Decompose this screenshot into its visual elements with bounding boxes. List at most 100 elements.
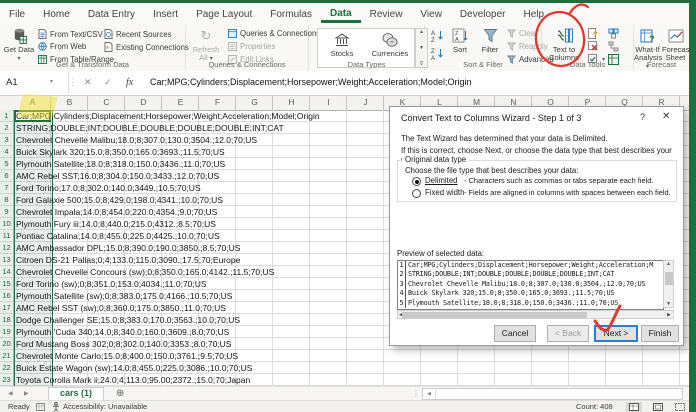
view-normal-button[interactable] xyxy=(626,402,642,412)
tab-page-layout[interactable]: Page Layout xyxy=(187,6,261,23)
recent-sources-button[interactable]: Recent Sources xyxy=(104,29,171,39)
preview-scroll-up-icon[interactable]: ▲ xyxy=(666,261,671,267)
tab-data-entry[interactable]: Data Entry xyxy=(79,6,144,23)
column-header[interactable]: I xyxy=(310,96,347,110)
select-all-corner[interactable] xyxy=(0,96,15,111)
row-cells-text[interactable]: Dodge Challenger SE;15.0;8;383.0;170.0;3… xyxy=(16,314,240,326)
tab-view[interactable]: View xyxy=(411,6,451,23)
queries-connections-button[interactable]: Queries & Connections xyxy=(228,29,320,38)
fixed-width-radio[interactable] xyxy=(412,189,421,198)
row-header[interactable]: 11 xyxy=(0,230,14,242)
preview-scroll-down-icon[interactable]: ▼ xyxy=(666,301,671,307)
text-to-columns-button[interactable]: Text to Columns xyxy=(545,27,583,62)
row-cells-text[interactable]: Ford Mustang Boss 302;0;8;302.0;140.0;33… xyxy=(16,338,231,350)
row-header[interactable]: 18 xyxy=(0,314,14,326)
filter-button[interactable]: Filter xyxy=(477,27,503,54)
gallery-up-icon[interactable]: ▲ xyxy=(419,29,424,35)
row-header[interactable]: 12 xyxy=(0,242,14,254)
row-header[interactable]: 4 xyxy=(0,146,14,158)
row-header[interactable]: 1 xyxy=(0,110,14,122)
tab-developer[interactable]: Developer xyxy=(451,6,515,23)
formula-content[interactable]: Car;MPG;Cylinders;Displacement;Horsepowe… xyxy=(150,71,471,94)
tab-help[interactable]: Help xyxy=(515,6,554,23)
column-header[interactable]: F xyxy=(199,96,236,110)
dialog-close-icon[interactable]: ✕ xyxy=(662,111,670,122)
row-header[interactable]: 23 xyxy=(0,374,14,386)
tab-splitter-icon[interactable]: ⋮ xyxy=(412,387,420,401)
row-cells-text[interactable]: Pontiac Catalina;14.0;8;455.0;225.0;4425… xyxy=(16,230,220,242)
status-accessibility[interactable]: Accessibility: Unavailable xyxy=(63,401,147,412)
column-header[interactable]: A xyxy=(14,96,51,110)
new-sheet-icon[interactable]: ⊕ xyxy=(116,387,124,401)
row-header[interactable]: 10 xyxy=(0,218,14,230)
row-header[interactable]: 14 xyxy=(0,266,14,278)
row-cells-text[interactable]: Car;MPG;Cylinders;Displacement;Horsepowe… xyxy=(16,110,320,122)
row-cells-text[interactable]: Chevrolet Impala;14.0;8;454.0;220.0;4354… xyxy=(16,206,217,218)
accessibility-icon[interactable] xyxy=(52,402,60,412)
tab-data[interactable]: Data xyxy=(321,5,361,23)
remove-duplicates-button[interactable] xyxy=(588,41,599,52)
column-header[interactable]: G xyxy=(236,96,273,110)
row-cells-text[interactable]: Chevrolet Chevelle Malibu;18.0;8;307.0;1… xyxy=(16,134,257,146)
fixed-width-radio-label[interactable]: Fixed width xyxy=(425,188,464,197)
row-header[interactable]: 19 xyxy=(0,326,14,338)
tab-file[interactable]: File xyxy=(0,6,34,23)
row-cells-text[interactable]: Ford Galaxie 500;15.0;8;429.0;198.0;4341… xyxy=(16,194,223,206)
preview-hscroll-thumb[interactable] xyxy=(402,312,587,318)
properties-button[interactable]: Properties xyxy=(228,42,276,51)
get-data-button[interactable]: Get Data ▾ xyxy=(2,27,36,63)
forecast-sheet-button[interactable]: Forecast Sheet xyxy=(662,27,689,62)
row-header[interactable]: 6 xyxy=(0,170,14,182)
row-cells-text[interactable]: Plymouth 'Cuda 340;14.0;8;340.0;160.0;36… xyxy=(16,326,229,338)
name-box-caret-icon[interactable]: ▾ xyxy=(50,71,53,94)
row-header[interactable]: 22 xyxy=(0,362,14,374)
row-header[interactable]: 15 xyxy=(0,278,14,290)
gallery-down-icon[interactable]: ▼ xyxy=(419,45,424,51)
row-header[interactable]: 21 xyxy=(0,350,14,362)
from-web-button[interactable]: From Web xyxy=(38,42,86,51)
view-page-layout-button[interactable] xyxy=(650,402,666,412)
row-header[interactable]: 5 xyxy=(0,158,14,170)
row-cells-text[interactable]: Citroen DS-21 Pallas;0;4;133.0;115.0;309… xyxy=(16,254,240,266)
row-cells-text[interactable]: AMC Rebel SST (sw);0;8;360.0;175.0;3850.… xyxy=(16,302,226,314)
row-cells-text[interactable]: Ford Torino;17.0;8;302.0;140.0;3449.;10.… xyxy=(16,182,201,194)
row-cells-text[interactable]: Plymouth Satellite;18.0;8;318.0;150.0;34… xyxy=(16,158,225,170)
row-cells-text[interactable]: Plymouth Satellite (sw);0;8;383.0;175.0;… xyxy=(16,290,232,302)
finish-button[interactable]: Finish xyxy=(641,325,679,342)
consolidate-button[interactable] xyxy=(608,28,619,39)
column-header[interactable]: B xyxy=(51,96,88,110)
clear-filter-button[interactable]: Clear xyxy=(507,29,538,38)
tab-insert[interactable]: Insert xyxy=(144,6,187,23)
horizontal-scrollbar[interactable]: ◀ xyxy=(422,388,683,400)
row-cells-text[interactable]: AMC Ambassador DPL;15.0;8;390.0;190.0;38… xyxy=(16,242,240,254)
tab-review[interactable]: Review xyxy=(361,6,412,23)
row-cells-text[interactable]: Ford Torino (sw);0;8;351.0;153.0;4034.;1… xyxy=(16,278,207,290)
formula-cancel-icon[interactable]: ✕ xyxy=(84,71,92,94)
preview-scroll-right-icon[interactable]: ▶ xyxy=(667,312,671,318)
existing-connections-button[interactable]: Existing Connections xyxy=(104,42,189,52)
row-cells-text[interactable]: Buick Estate Wagon (sw);14.0;8;455.0;225… xyxy=(16,362,252,374)
row-header[interactable]: 8 xyxy=(0,194,14,206)
row-header[interactable]: 13 xyxy=(0,254,14,266)
row-cells-text[interactable]: AMC Rebel SST;16.0;8;304.0;150.0;3433.;1… xyxy=(16,170,219,182)
row-header[interactable]: 20 xyxy=(0,338,14,350)
row-header[interactable]: 7 xyxy=(0,182,14,194)
cancel-button[interactable]: Cancel xyxy=(494,325,536,342)
column-header[interactable]: C xyxy=(88,96,125,110)
flash-fill-button[interactable] xyxy=(588,28,599,39)
row-cells-text[interactable]: Chevrolet Monte Carlo;15.0;8;400.0;150.0… xyxy=(16,350,238,362)
sort-descending-button[interactable]: ZA xyxy=(431,47,444,60)
column-header[interactable]: J xyxy=(347,96,384,110)
preview-vscroll-thumb[interactable] xyxy=(665,272,673,285)
refresh-all-button[interactable]: ↻ Refresh All ▾ xyxy=(189,27,223,63)
dialog-help-icon[interactable]: ? xyxy=(640,112,645,122)
relationships-button[interactable] xyxy=(608,41,619,52)
macro-record-icon[interactable] xyxy=(36,403,45,411)
insert-function-icon[interactable]: fx xyxy=(126,71,133,94)
next-button[interactable]: Next > xyxy=(594,325,638,342)
row-header[interactable]: 16 xyxy=(0,290,14,302)
column-header[interactable]: D xyxy=(125,96,162,110)
row-cells-text[interactable]: Plymouth Fury iii;14.0;8;440.0;215.0;431… xyxy=(16,218,216,230)
delimited-radio[interactable] xyxy=(412,177,421,186)
view-page-break-button[interactable] xyxy=(672,402,688,412)
